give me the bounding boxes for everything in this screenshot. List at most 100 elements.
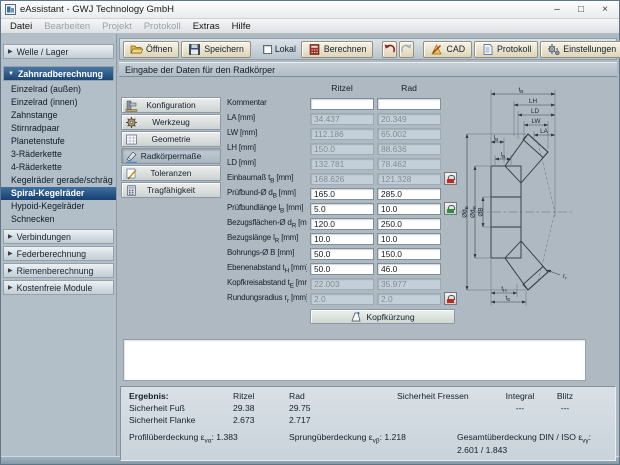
input-ritzel[interactable] bbox=[310, 247, 374, 260]
kopfkuerzung-button[interactable]: Kopfkürzung bbox=[310, 309, 455, 324]
toleranzen-button[interactable]: Toleranzen bbox=[121, 165, 221, 181]
input-ritzel[interactable] bbox=[310, 187, 374, 200]
form-row: Bezugsflächen-Ø dR [mm] bbox=[227, 216, 461, 231]
result-label: Sicherheit Flanke bbox=[129, 415, 196, 425]
grid-table-icon bbox=[126, 134, 137, 145]
sidebar-item[interactable]: Einzelrad (außen) bbox=[1, 83, 116, 96]
tragfaehigkeit-button[interactable]: Tragfähigkeit bbox=[121, 182, 221, 198]
sidebar-item[interactable]: Spiral-Kegelräder bbox=[1, 187, 116, 200]
results-col-integral: Integral bbox=[505, 391, 535, 401]
input-ritzel bbox=[310, 292, 374, 305]
input-ritzel[interactable] bbox=[310, 202, 374, 215]
calculate-button[interactable]: Berechnen bbox=[300, 40, 374, 58]
sidebar-section-welle-lager[interactable]: ▶ Welle / Lager bbox=[3, 44, 114, 59]
floppy-disk-icon bbox=[189, 43, 201, 55]
protokoll-button[interactable]: Protokoll bbox=[474, 40, 539, 58]
menu-item[interactable]: Extras bbox=[187, 21, 226, 32]
menu-item[interactable]: Hilfe bbox=[226, 21, 257, 32]
werkzeug-button[interactable]: Werkzeug bbox=[121, 114, 221, 130]
input-rad[interactable] bbox=[377, 262, 441, 275]
input-ritzel bbox=[310, 172, 374, 185]
lokal-checkbox[interactable] bbox=[262, 44, 272, 54]
input-rad[interactable] bbox=[377, 217, 441, 230]
section-title: Eingabe der Daten für den Radkörper bbox=[119, 62, 617, 77]
input-ritzel bbox=[310, 277, 374, 290]
minimize-button[interactable]: – bbox=[545, 2, 569, 18]
dim-label-rr: rr bbox=[563, 273, 567, 282]
open-button[interactable]: Öffnen bbox=[123, 40, 180, 58]
input-rad[interactable] bbox=[377, 187, 441, 200]
sidebar-item[interactable]: Planetenstufe bbox=[1, 135, 116, 148]
sidebar-section[interactable]: ▶ Riemenberechnung bbox=[3, 263, 114, 278]
input-ritzel[interactable] bbox=[310, 232, 374, 245]
sidebar-item[interactable]: Zahnstange bbox=[1, 109, 116, 122]
chevron-right-icon: ▶ bbox=[8, 49, 13, 55]
results-panel: Ergebnis: Ritzel Rad Sicherheit Fressen … bbox=[120, 386, 616, 461]
form-row: Bohrungs-Ø B [mm] bbox=[227, 246, 461, 261]
sidebar-section-zahnradberechnung[interactable]: ▼ Zahnradberechnung bbox=[3, 66, 114, 81]
sidebar-item[interactable]: Stirnradpaar bbox=[1, 122, 116, 135]
dim-label-lB1: lB bbox=[494, 135, 499, 144]
input-rad[interactable] bbox=[377, 97, 441, 110]
result-blitz: --- bbox=[560, 403, 570, 413]
input-ritzel[interactable] bbox=[310, 262, 374, 275]
lock-icon-button[interactable] bbox=[444, 202, 457, 215]
kopfkuerzung-icon bbox=[351, 311, 361, 321]
sidebar-item[interactable]: Kegelräder gerade/schräg bbox=[1, 174, 116, 187]
input-rad[interactable] bbox=[377, 232, 441, 245]
lokal-checkbox-group: Lokal bbox=[260, 44, 299, 54]
dim-label-LD: LD bbox=[531, 108, 540, 115]
input-rad[interactable] bbox=[377, 247, 441, 260]
input-ritzel[interactable] bbox=[310, 217, 374, 230]
machine-icon bbox=[125, 100, 138, 112]
chevron-right-icon: ▶ bbox=[8, 268, 13, 274]
gear-drawing: tB LH LD LW LA lB lB ØdB ØdR ØB tH tE rr bbox=[459, 87, 573, 306]
field-label: Einbaumaß tB [mm] bbox=[227, 172, 294, 185]
sidebar-item[interactable]: 4-Räderkette bbox=[1, 161, 116, 174]
calc-pad-icon bbox=[127, 185, 136, 196]
save-button[interactable]: Speichern bbox=[181, 40, 251, 58]
dim-label-lB2: lB bbox=[501, 152, 506, 161]
sidebar-item[interactable]: 3-Räderkette bbox=[1, 148, 116, 161]
input-rad bbox=[377, 277, 441, 290]
input-rad bbox=[377, 157, 441, 170]
form-row: Prüfbund-Ø dB [mm] bbox=[227, 186, 461, 201]
sidebar-section[interactable]: ▶ Verbindungen bbox=[3, 229, 114, 244]
field-label: Prüfbund-Ø dB [mm] bbox=[227, 187, 296, 200]
nav-button-column: Konfiguration Werkzeug Geometrie Radkörp… bbox=[121, 97, 221, 335]
cad-button[interactable]: CAD bbox=[423, 40, 473, 58]
undo-icon bbox=[385, 43, 396, 52]
result-blitz bbox=[545, 415, 585, 425]
redo-button bbox=[399, 40, 415, 58]
konfiguration-button[interactable]: Konfiguration bbox=[121, 97, 221, 113]
sidebar-item[interactable]: Hypoid-Kegelräder bbox=[1, 200, 116, 213]
lock-icon-button[interactable] bbox=[444, 292, 457, 305]
menu-bar: Datei Bearbeiten Projekt Protokoll Extras Hil… bbox=[1, 19, 619, 34]
maximize-button[interactable]: □ bbox=[569, 2, 593, 18]
sidebar-item[interactable]: Schnecken bbox=[1, 213, 116, 226]
app-icon bbox=[5, 4, 16, 15]
chevron-right-icon: ▶ bbox=[8, 285, 13, 291]
field-label: LA [mm] bbox=[227, 112, 255, 122]
toolbar: Öffnen Speichern Lokal Berechnen CAD Pro… bbox=[119, 38, 620, 60]
lock-icon-button[interactable] bbox=[444, 172, 457, 185]
sidebar-section[interactable]: ▶ Federberechnung bbox=[3, 246, 114, 261]
dim-label-LA: LA bbox=[540, 128, 549, 135]
document-icon bbox=[483, 43, 493, 55]
cone-dimension-icon bbox=[126, 151, 137, 163]
field-label: Kommentar bbox=[227, 97, 267, 107]
input-ritzel[interactable] bbox=[310, 97, 374, 110]
sidebar-section[interactable]: ▶ Kostenfreie Module bbox=[3, 280, 114, 295]
radkoerpermasse-button[interactable]: Radkörpermaße bbox=[121, 148, 221, 164]
undo-button[interactable] bbox=[382, 40, 398, 58]
geometrie-button[interactable]: Geometrie bbox=[121, 131, 221, 147]
menu-item[interactable]: Datei bbox=[4, 21, 38, 32]
field-label: Bohrungs-Ø B [mm] bbox=[227, 247, 295, 257]
close-button[interactable]: × bbox=[593, 2, 617, 18]
chevron-right-icon: ▶ bbox=[8, 251, 13, 257]
settings-button[interactable]: Einstellungen bbox=[540, 40, 620, 58]
sidebar-item[interactable]: Einzelrad (innen) bbox=[1, 96, 116, 109]
input-rad[interactable] bbox=[377, 202, 441, 215]
calculator-icon bbox=[309, 43, 320, 55]
form-row: Kommentar bbox=[227, 96, 461, 111]
